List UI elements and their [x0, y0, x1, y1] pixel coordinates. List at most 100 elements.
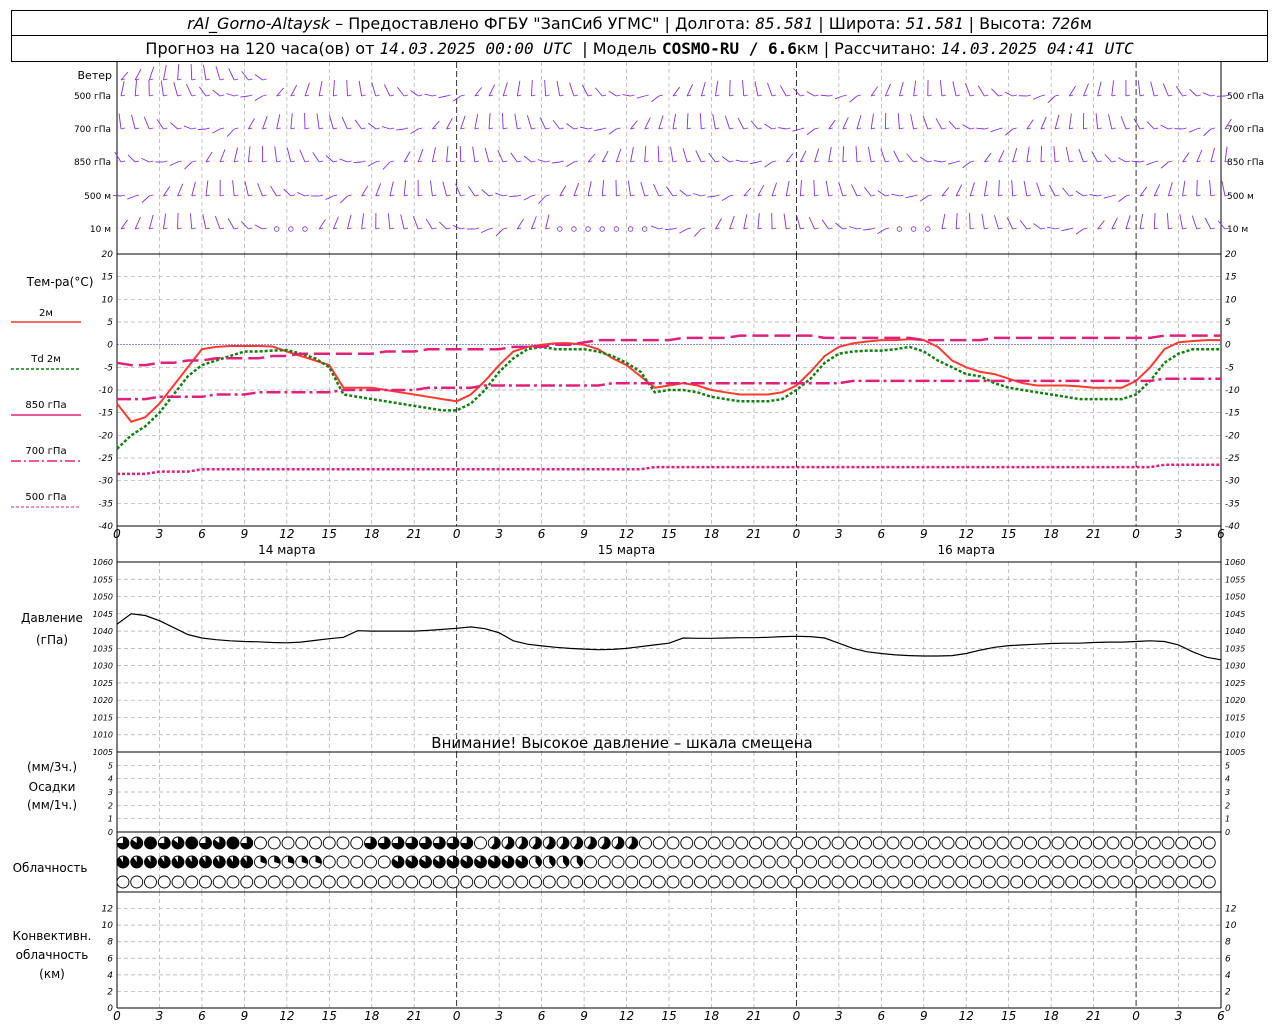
wind-barb [205, 180, 209, 197]
wind-barb [358, 80, 363, 97]
temp-tick-label: -5 [1225, 363, 1234, 373]
wind-barb [939, 80, 943, 97]
cloud-symbol [625, 855, 639, 869]
wind-barb [682, 148, 688, 163]
wind-barb [1139, 186, 1148, 197]
wind-barb-feather [474, 194, 479, 197]
time-tick-label-bottom: 9 [241, 1009, 249, 1023]
wind-barb-feather [955, 127, 961, 130]
wind-barb-feather [701, 194, 706, 197]
wind-barb-feather [460, 160, 465, 163]
wind-level-label: 500 м [84, 192, 111, 202]
cloud-symbol [652, 836, 666, 850]
wind-barb-feather [262, 94, 267, 97]
temp-tick-label: 5 [1225, 318, 1231, 328]
wind-barb [446, 146, 449, 163]
cloud-symbol [529, 875, 542, 889]
calm-circle [627, 226, 634, 232]
wind-barb-feather [573, 94, 579, 97]
wind-barb [941, 213, 946, 230]
time-tick-label-bottom: 3 [835, 1009, 843, 1023]
cloud-fill [185, 856, 198, 869]
cloud-symbol [419, 875, 432, 889]
cloud-symbol [721, 855, 735, 869]
time-tick-label: 18 [1044, 527, 1060, 541]
wind-barb [1209, 180, 1212, 197]
cloud-symbol [377, 855, 391, 869]
wind-barb [156, 119, 164, 130]
cloud-symbol [322, 875, 336, 889]
cloud-symbol [859, 836, 872, 850]
wind-barb-feather [191, 160, 196, 163]
wind-barb [976, 127, 985, 130]
cloud-symbol [1065, 875, 1079, 889]
wind-barb-feather [361, 127, 366, 130]
wind-barb [1054, 114, 1060, 130]
cloud-symbol [652, 875, 666, 889]
wind-barb [514, 113, 518, 130]
wind-barb [686, 84, 694, 97]
wind-barb [247, 146, 251, 163]
cloud-symbol [322, 836, 336, 850]
wind-barb-feather [913, 94, 918, 97]
wind-barb [1189, 88, 1197, 97]
wind-barb-feather [1125, 94, 1131, 97]
wind-barb-feather [1210, 94, 1215, 97]
time-tick-label: 0 [453, 527, 461, 541]
wind-barb [1019, 220, 1028, 230]
time-tick-label-bottom: 12 [279, 1009, 294, 1023]
cloud-symbol [694, 875, 707, 889]
wind-barb-feather [120, 194, 126, 197]
cloud-symbol [1120, 836, 1134, 850]
wind-barb [276, 114, 281, 130]
wind-barb [177, 64, 180, 81]
time-tick-label-bottom: 15 [1001, 1009, 1016, 1023]
cloud-symbol [872, 855, 886, 869]
wind-barb [724, 115, 731, 130]
wind-barb [134, 216, 141, 230]
wind-barb [969, 213, 971, 230]
wind-barb-feather [403, 227, 409, 230]
cloud-symbol [845, 875, 859, 889]
temp-tick-label: 5 [107, 318, 113, 328]
wind-barb [1103, 195, 1112, 199]
cloud-symbol [762, 855, 776, 869]
temp-tick-label: -5 [104, 363, 113, 373]
wind-barb-feather [1182, 194, 1187, 197]
wind-barb-feather [262, 194, 267, 197]
wind-barb-feather [828, 194, 833, 197]
wind-barb [199, 86, 207, 97]
wind-barb-feather [602, 127, 607, 130]
wind-barb-feather [1012, 127, 1017, 130]
cloud-symbol [804, 855, 817, 869]
wind-barb [608, 90, 617, 97]
cloud-symbol [859, 855, 872, 869]
wind-barb-feather [1055, 194, 1060, 197]
wind-barb-feather [616, 94, 621, 97]
wind-barb [214, 215, 221, 230]
wind-barb-feather [672, 194, 678, 197]
pressure-tick-label: 1030 [1225, 662, 1245, 671]
wind-barb-feather [800, 194, 805, 197]
wind-barb [627, 180, 631, 197]
wind-barb [184, 161, 193, 170]
wind-barb [1040, 116, 1047, 130]
wind-barb [1150, 81, 1155, 97]
cloud-symbol [872, 875, 886, 889]
calm-circle [288, 226, 294, 232]
wind-barb [446, 117, 453, 130]
cloud-symbol [900, 855, 914, 869]
wind-barb [177, 183, 184, 197]
wind-barb [969, 182, 975, 197]
cloud-symbol [955, 836, 969, 850]
wind-barb [1068, 85, 1076, 97]
wind-level-label: 700 гПа [1227, 125, 1264, 135]
wind-barb-feather [418, 94, 423, 97]
cloud-symbol [157, 875, 171, 889]
wind-barb [993, 215, 999, 230]
cloud-symbol [295, 836, 309, 850]
cloud-symbol [1189, 875, 1202, 889]
wind-barb-feather [205, 227, 211, 230]
cloud-symbol [1051, 836, 1065, 850]
cloud-symbol [487, 875, 501, 889]
